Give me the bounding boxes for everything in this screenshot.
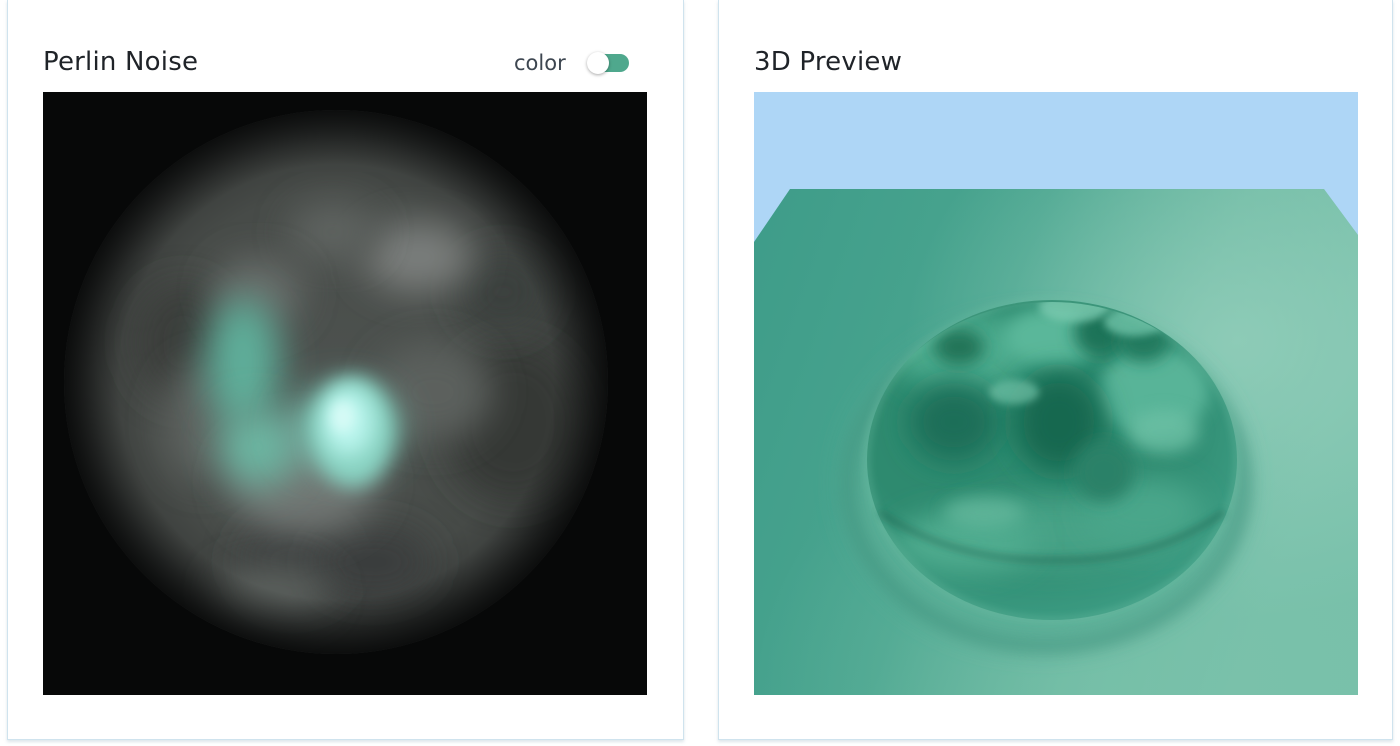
3d-terrain-render [754, 92, 1358, 695]
3d-preview-title: 3D Preview [754, 47, 903, 77]
3d-preview-canvas[interactable] [754, 92, 1358, 695]
3d-preview-card: 3D Preview [718, 0, 1393, 740]
perlin-noise-card: Perlin Noise color [7, 0, 684, 740]
perlin-noise-image [43, 92, 647, 695]
perlin-noise-canvas[interactable] [43, 92, 647, 695]
perlin-noise-title: Perlin Noise [43, 47, 199, 77]
toggle-knob[interactable] [586, 52, 609, 74]
color-toggle-group: color [514, 48, 629, 78]
color-toggle-label: color [514, 51, 566, 75]
color-toggle-switch[interactable] [586, 52, 629, 74]
